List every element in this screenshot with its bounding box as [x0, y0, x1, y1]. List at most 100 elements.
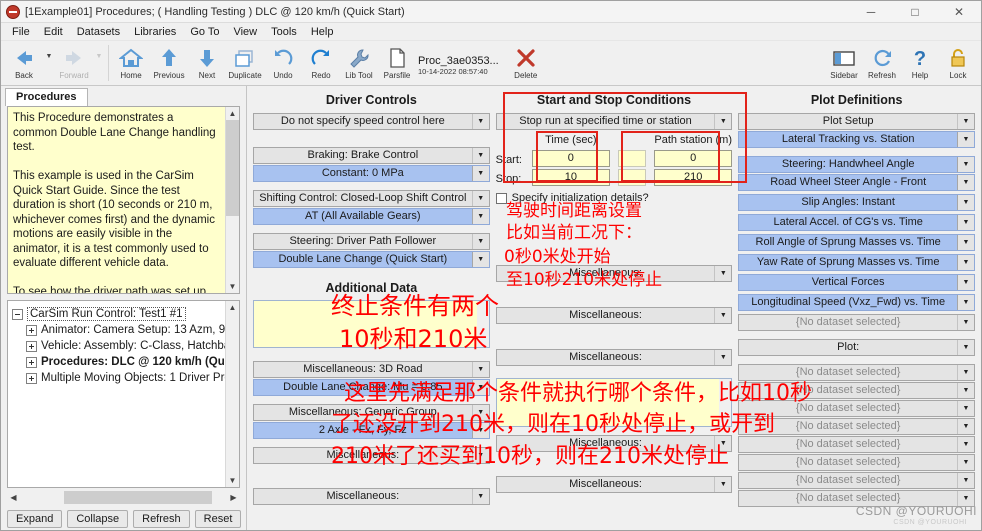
- notes-scrollbar[interactable]: ▲ ▼: [225, 107, 239, 293]
- chevron-down-icon[interactable]: ▼: [957, 401, 975, 416]
- plot-item-2[interactable]: Steering: Handwheel Angle ▼: [738, 156, 976, 173]
- plot-item-9[interactable]: Longitudinal Speed (Vxz_Fwd) vs. Time ▼: [738, 294, 976, 311]
- scroll-up-icon[interactable]: ▲: [229, 107, 237, 120]
- tree-hscrollbar[interactable]: ◀ ▶: [7, 490, 240, 504]
- menu-item-help[interactable]: Help: [304, 25, 341, 39]
- misc-notes-scrollbar[interactable]: [719, 379, 732, 426]
- collapse-button[interactable]: Collapse: [67, 509, 129, 528]
- tree-node-procedures[interactable]: Procedures: DLC @ 120 km/h (Quick Start: [12, 354, 225, 370]
- toolbar-parsfile-button[interactable]: Parsfile: [378, 43, 416, 85]
- mn-scroll-track[interactable]: [719, 379, 732, 426]
- chevron-down-icon[interactable]: ▼: [471, 114, 489, 129]
- notes-scroll-thumb[interactable]: [226, 120, 239, 216]
- tree-node-moving-objects[interactable]: Multiple Moving Objects: 1 Driver Previe…: [12, 370, 225, 386]
- scroll-down-icon[interactable]: ▼: [229, 474, 237, 487]
- toolbar-sidebar-button[interactable]: Sidebar: [825, 43, 863, 85]
- ad-scroll-track[interactable]: [476, 301, 489, 347]
- steering-dataset-dropdown[interactable]: Double Lane Change (Quick Start) ▼: [253, 251, 490, 268]
- chevron-down-icon[interactable]: ▼: [957, 340, 975, 355]
- misc-dropdown-1[interactable]: Miscellaneous: ▼: [495, 265, 733, 282]
- expander-plus-icon[interactable]: [26, 324, 37, 336]
- chevron-down-icon[interactable]: ▼: [471, 362, 489, 377]
- tree-hscroll-thumb[interactable]: [64, 490, 212, 504]
- chevron-down-icon[interactable]: ▼: [471, 448, 489, 463]
- chevron-down-icon[interactable]: ▼: [471, 489, 489, 504]
- scroll-down-icon[interactable]: ▼: [229, 280, 237, 293]
- plot-item-6[interactable]: Roll Angle of Sprung Masses vs. Time ▼: [738, 234, 976, 251]
- misc-notes-box[interactable]: [495, 378, 733, 427]
- toolbar-previous-button[interactable]: Previous: [150, 43, 188, 85]
- chevron-down-icon[interactable]: ▼: [957, 132, 975, 147]
- plot-item-7[interactable]: Yaw Rate of Sprung Masses vs. Time ▼: [738, 254, 976, 271]
- expander-plus-icon[interactable]: [26, 340, 37, 352]
- menu-item-libraries[interactable]: Libraries: [127, 25, 183, 39]
- toolbar-next-button[interactable]: Next: [188, 43, 226, 85]
- chevron-down-icon[interactable]: ▼: [957, 175, 975, 190]
- chevron-down-icon[interactable]: ▼: [471, 209, 489, 224]
- chevron-down-icon[interactable]: ▼: [957, 114, 975, 129]
- refresh-button[interactable]: Refresh: [133, 509, 190, 528]
- plot-item-5[interactable]: Lateral Accel. of CG's vs. Time ▼: [738, 214, 976, 231]
- toolbar-lock-button[interactable]: Lock: [939, 43, 977, 85]
- additional-data-scrollbar[interactable]: [476, 301, 489, 347]
- plot-label-dropdown[interactable]: Plot: ▼: [738, 339, 976, 356]
- menu-item-edit[interactable]: Edit: [37, 25, 70, 39]
- misc-dropdown-4[interactable]: Miscellaneous: ▼: [495, 435, 733, 452]
- plot-item-13[interactable]: {No dataset selected} ▼: [738, 382, 976, 399]
- scroll-left-icon[interactable]: ◀: [7, 493, 20, 502]
- chevron-down-icon[interactable]: ▼: [957, 419, 975, 434]
- steering-control-dropdown[interactable]: Steering: Driver Path Follower ▼: [253, 233, 490, 250]
- plot-item-19[interactable]: {No dataset selected} ▼: [738, 490, 976, 507]
- plot-item-3[interactable]: Road Wheel Steer Angle - Front ▼: [738, 174, 976, 191]
- brake-control-dropdown[interactable]: Braking: Brake Control ▼: [253, 147, 490, 164]
- plot-item-16[interactable]: {No dataset selected} ▼: [738, 436, 976, 453]
- chevron-down-icon[interactable]: ▼: [471, 191, 489, 206]
- chevron-down-icon[interactable]: ▼: [471, 166, 489, 181]
- chevron-down-icon[interactable]: ▼: [957, 157, 975, 172]
- stop-station-input[interactable]: 210: [654, 169, 733, 186]
- tree-node-animator[interactable]: Animator: Camera Setup: 13 Azm, 9 El, 18…: [12, 322, 225, 338]
- start-station-input[interactable]: 0: [654, 150, 733, 167]
- plot-setup-dropdown[interactable]: Plot Setup ▼: [738, 113, 976, 130]
- stop-time-input[interactable]: 10: [531, 169, 611, 186]
- plot-item-18[interactable]: {No dataset selected} ▼: [738, 472, 976, 489]
- plot-item-17[interactable]: {No dataset selected} ▼: [738, 454, 976, 471]
- brake-dataset-dropdown[interactable]: Constant: 0 MPa ▼: [253, 165, 490, 182]
- menu-item-file[interactable]: File: [5, 25, 37, 39]
- maximize-button[interactable]: □: [893, 1, 937, 23]
- chevron-down-icon[interactable]: ▼: [714, 308, 732, 323]
- misc-generic-group-dropdown[interactable]: Miscellaneous: Generic Group ▼: [253, 404, 490, 421]
- chevron-down-icon[interactable]: ▼: [471, 405, 489, 420]
- plot-item-14[interactable]: {No dataset selected} ▼: [738, 400, 976, 417]
- shifting-dataset-dropdown[interactable]: AT (All Available Gears) ▼: [253, 208, 490, 225]
- notes-text[interactable]: This Procedure demonstrates a common Dou…: [8, 107, 225, 293]
- shifting-control-dropdown[interactable]: Shifting Control: Closed-Loop Shift Cont…: [253, 190, 490, 207]
- axle-forces-dropdown[interactable]: 2 Axle - Fx, Fy, Fz ▼: [253, 422, 490, 439]
- scroll-right-icon[interactable]: ▶: [227, 493, 240, 502]
- init-details-checkbox-row[interactable]: Specify initialization details?: [495, 190, 733, 206]
- chevron-down-icon[interactable]: ▼: [957, 295, 975, 310]
- plot-item-12[interactable]: {No dataset selected} ▼: [738, 364, 976, 381]
- speed-control-dropdown[interactable]: Do not specify speed control here ▼: [253, 113, 490, 130]
- plot-item-4[interactable]: Slip Angles: Instant ▼: [738, 194, 976, 211]
- start-time-input[interactable]: 0: [531, 150, 611, 167]
- misc-empty-dropdown-1[interactable]: Miscellaneous: ▼: [253, 447, 490, 464]
- chevron-down-icon[interactable]: ▼: [957, 275, 975, 290]
- plot-item-10[interactable]: {No dataset selected} ▼: [738, 314, 976, 331]
- toolbar-undo-button[interactable]: Undo: [264, 43, 302, 85]
- minimize-button[interactable]: ─: [849, 1, 893, 23]
- expander-minus-icon[interactable]: [12, 308, 23, 320]
- toolbar-libtool-button[interactable]: Lib Tool: [340, 43, 378, 85]
- stop-mid-input[interactable]: [618, 169, 647, 186]
- misc-3d-road-dropdown[interactable]: Miscellaneous: 3D Road ▼: [253, 361, 490, 378]
- chevron-down-icon[interactable]: ▼: [957, 455, 975, 470]
- chevron-down-icon[interactable]: ▼: [471, 423, 489, 438]
- tree-node-run-control[interactable]: CarSim Run Control: Test1 #1: [12, 306, 223, 322]
- chevron-down-icon[interactable]: ▼: [957, 235, 975, 250]
- reset-button[interactable]: Reset: [194, 509, 242, 528]
- misc-dropdown-3[interactable]: Miscellaneous: ▼: [495, 349, 733, 366]
- notes-field[interactable]: This Procedure demonstrates a common Dou…: [7, 106, 240, 294]
- toolbar-back-button[interactable]: Back: [5, 43, 43, 85]
- expander-plus-icon[interactable]: [26, 372, 37, 384]
- misc-dropdown-5[interactable]: Miscellaneous: ▼: [495, 476, 733, 493]
